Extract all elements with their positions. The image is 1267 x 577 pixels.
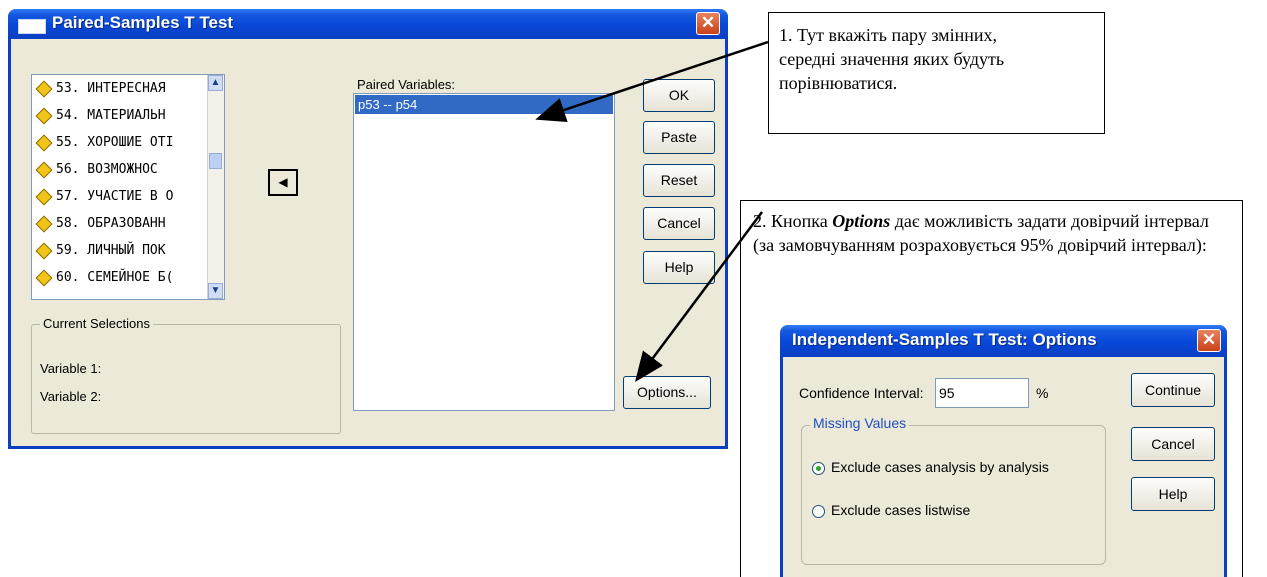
arrow-to-pair [535,40,769,122]
callout-arrows [535,40,769,383]
arrow-to-options [635,211,764,383]
